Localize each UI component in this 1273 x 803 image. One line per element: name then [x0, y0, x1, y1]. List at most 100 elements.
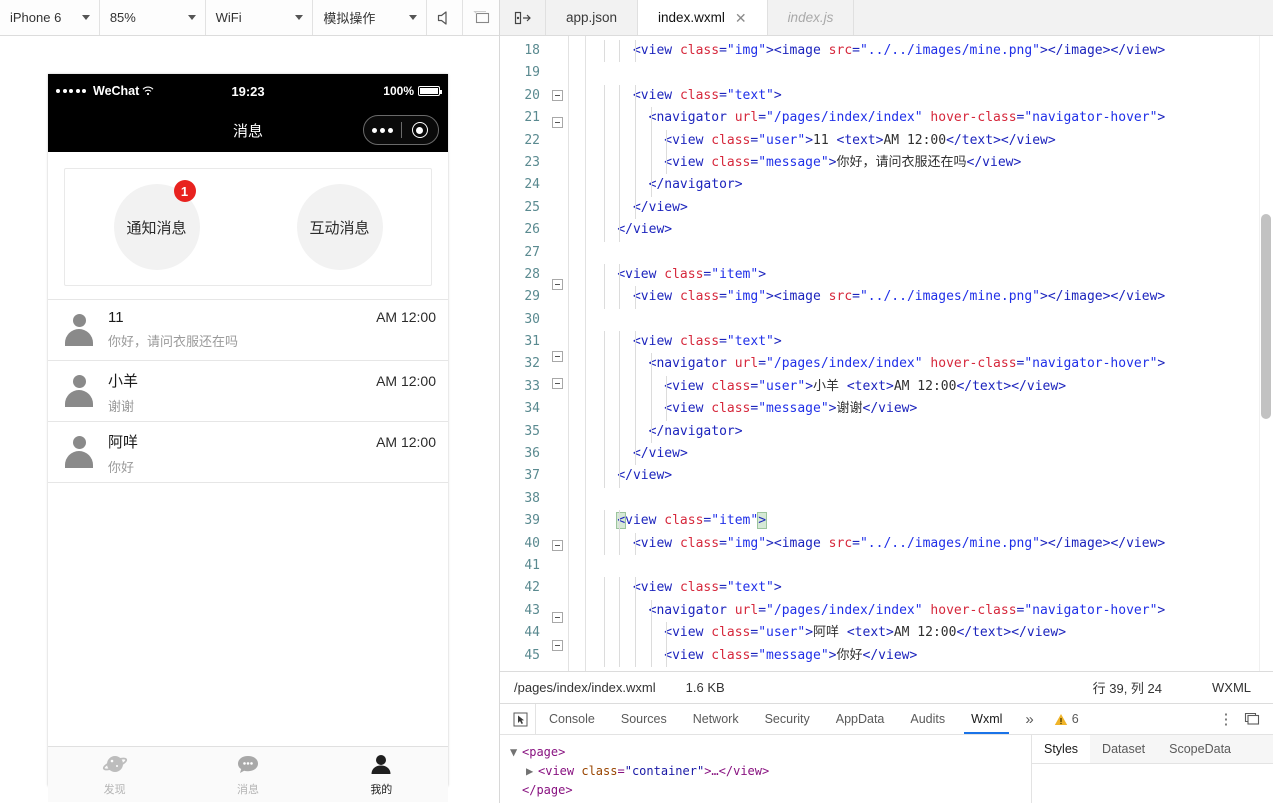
more-dots-icon[interactable]	[364, 127, 401, 133]
fold-toggle-icon[interactable]	[551, 89, 563, 101]
code-line[interactable]: <view class="img"><image src="../../imag…	[586, 286, 1273, 309]
code-line[interactable]: </view>	[586, 196, 1273, 220]
code-line[interactable]: </navigator>	[586, 420, 1273, 444]
code-line[interactable]	[586, 488, 1273, 510]
code-line[interactable]: <view class="user">小羊 <text>AM 12:00</te…	[586, 375, 1273, 399]
zoom-select[interactable]: 85%	[100, 0, 206, 35]
indent-guide	[603, 107, 605, 130]
close-icon[interactable]: ✕	[735, 11, 747, 25]
dom-node-page-open[interactable]: ▼ <page>	[510, 743, 1021, 762]
fold-toggle-icon[interactable]	[551, 639, 563, 651]
devtools-tab-wxml[interactable]: Wxml	[958, 704, 1015, 734]
sidebar-tab-styles[interactable]: Styles	[1032, 735, 1091, 763]
code-editor[interactable]: 18 19 20 21 22 23 24 25 26 27 28 29 30 31 32 33 34 35 36 37…	[500, 36, 1273, 671]
chat-list-item[interactable]: 11 AM 12:00 你好，请问衣服还在吗	[48, 300, 448, 361]
code-token: AM 12:00	[893, 378, 957, 394]
editor-tab-app-json[interactable]: app.json	[546, 0, 639, 35]
speaker-mute-button[interactable]	[427, 0, 464, 35]
network-select[interactable]: WiFi	[206, 0, 314, 35]
code-line[interactable]	[586, 309, 1273, 331]
sidebar-tab-dataset[interactable]: Dataset	[1090, 735, 1157, 763]
code-line[interactable]: <navigator url="/pages/index/index" hove…	[586, 599, 1273, 623]
entry-notification[interactable]: 1 通知消息	[113, 180, 200, 270]
devtools-tab-network[interactable]: Network	[680, 704, 752, 734]
devtools-tab-appdata[interactable]: AppData	[823, 704, 898, 734]
code-line[interactable]	[586, 555, 1273, 577]
devtools-tab-console[interactable]: Console	[536, 704, 608, 734]
dock-panel-button[interactable]	[1239, 712, 1265, 726]
fold-toggle-icon[interactable]	[551, 117, 563, 129]
code-line[interactable]: <view class="text">	[586, 84, 1273, 108]
status-file-path: /pages/index/index.wxml	[514, 680, 656, 695]
tabbar-item-messages[interactable]: 消息	[181, 752, 314, 797]
dom-node-view-container[interactable]: ▶ <view class="container">…</view>	[510, 762, 1021, 781]
fold-toggle-icon[interactable]	[551, 540, 563, 552]
code-line[interactable]: </navigator>	[586, 174, 1273, 197]
kebab-menu-icon[interactable]: ⋮	[1215, 712, 1237, 727]
chat-list-item[interactable]: 小羊 AM 12:00 谢谢	[48, 361, 448, 422]
sidebar-tab-scopedata[interactable]: ScopeData	[1157, 735, 1243, 763]
toggle-sidebar-button[interactable]	[500, 0, 546, 35]
chat-list-item[interactable]: 阿咩 AM 12:00 你好	[48, 422, 448, 483]
code-line[interactable]: <navigator url="/pages/index/index" hove…	[586, 353, 1273, 376]
code-line[interactable]: <view class="message">谢谢</view>	[586, 398, 1273, 421]
code-token: url	[734, 602, 759, 618]
entry-interaction[interactable]: 互动消息	[296, 184, 383, 270]
simulator-toolbar: iPhone 6 85% WiFi 模拟操作	[0, 0, 499, 36]
expand-arrow-icon[interactable]: ▼	[510, 743, 522, 762]
code-line[interactable]	[586, 242, 1273, 264]
fold-toggle-icon[interactable]	[551, 612, 563, 624]
fold-toggle-icon[interactable]	[551, 378, 563, 390]
code-line[interactable]: <view class="user">阿咩 <text>AM 12:00</te…	[586, 622, 1273, 645]
tabbar-item-discover[interactable]: 发现	[48, 752, 181, 797]
code-line[interactable]: <view class="text">	[586, 577, 1273, 600]
code-line[interactable]: <view class="message">你好，请问衣服还在吗</view>	[586, 151, 1273, 175]
editor-vertical-scrollbar[interactable]	[1259, 36, 1273, 671]
code-line[interactable]: <navigator url="/pages/index/index" hove…	[586, 107, 1273, 130]
code-token: "text"	[726, 580, 774, 596]
device-select[interactable]: iPhone 6	[0, 0, 100, 35]
code-line[interactable]: <view class="item">	[586, 510, 1273, 533]
indent-guide	[603, 286, 605, 309]
code-area[interactable]: 18 19 20 21 22 23 24 25 26 27 28 29 30 31 32 33 34 35 36 37…	[500, 36, 1273, 671]
code-line[interactable]: </view>	[586, 465, 1273, 488]
code-line[interactable]: <view class="user">11 <text>AM 12:00</te…	[586, 129, 1273, 152]
devtools-more-tabs-button[interactable]: »	[1015, 711, 1043, 728]
devtools-tab-security[interactable]: Security	[752, 704, 823, 734]
fold-toggle-icon[interactable]	[551, 351, 563, 363]
window-button[interactable]	[463, 0, 499, 35]
inspect-element-button[interactable]	[506, 704, 536, 734]
warning-count-badge[interactable]: 6	[1054, 712, 1079, 726]
code-line[interactable]: <view class="message">你好</view>	[586, 644, 1273, 667]
code-line[interactable]: <view class="img"><image src="../../imag…	[586, 40, 1273, 63]
simulate-operation-select[interactable]: 模拟操作	[313, 0, 428, 35]
indent-guide	[603, 40, 605, 63]
devtools-tab-sources[interactable]: Sources	[608, 704, 680, 734]
code-line[interactable]: <view class="item">	[586, 263, 1273, 287]
editor-tab-index-js[interactable]: index.js	[767, 0, 855, 35]
scrollbar-thumb[interactable]	[1261, 214, 1271, 419]
code-line[interactable]: <view class="text">	[586, 331, 1273, 354]
fold-toggle-icon[interactable]	[551, 278, 563, 290]
code-fold-gutter[interactable]	[546, 36, 568, 671]
editor-tab-index-wxml[interactable]: index.wxml ✕	[638, 0, 768, 35]
target-circle-icon[interactable]	[402, 122, 439, 138]
devtools-tab-audits[interactable]: Audits	[897, 704, 958, 734]
wechat-capsule[interactable]	[363, 115, 439, 145]
message-entry-card: 1 通知消息 互动消息	[64, 168, 432, 286]
indent-guide	[650, 420, 652, 444]
code-line[interactable]: <view class="img"><image src="../../imag…	[586, 532, 1273, 555]
sidebar-tab-label: Dataset	[1102, 742, 1146, 756]
code-line[interactable]: </view>	[586, 219, 1273, 242]
code-line[interactable]	[586, 62, 1273, 84]
code-token: view	[982, 154, 1014, 170]
code-token: class	[711, 132, 751, 148]
code-line[interactable]: </view>	[586, 443, 1273, 466]
collapse-arrow-icon[interactable]: ▶	[526, 762, 538, 781]
indent-guide	[603, 84, 605, 108]
line-number: 29	[524, 289, 540, 305]
code-text[interactable]: <view class="img"><image src="../../imag…	[586, 36, 1273, 671]
tabbar-item-mine[interactable]: 我的	[315, 752, 448, 797]
dom-tree[interactable]: ▼ <page> ▶ <view class="container">…</view…	[500, 735, 1031, 803]
